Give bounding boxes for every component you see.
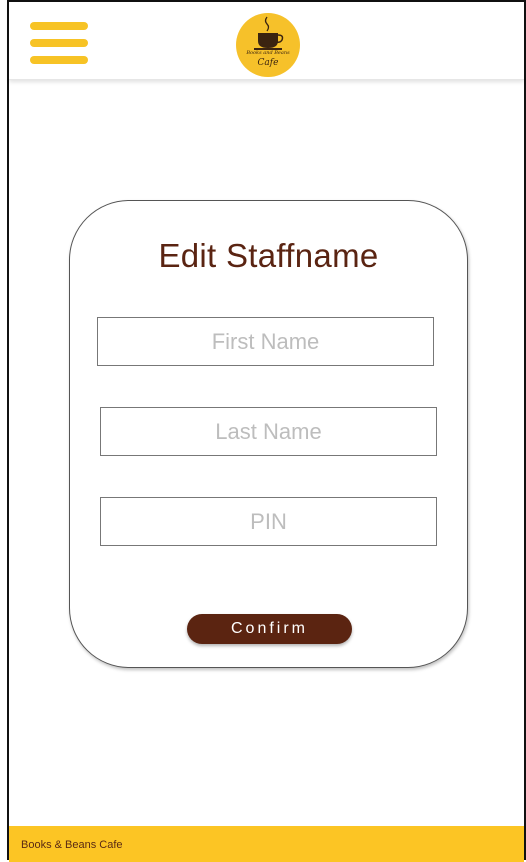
cafe-logo[interactable]: Books and Beans Cafe [236,13,300,77]
edit-staff-card: Edit Staffname Confirm [69,200,468,668]
title-staffname: Staffname [216,237,379,274]
first-name-field[interactable] [97,317,434,366]
app-header: Books and Beans Cafe [9,2,524,80]
menu-bar [30,56,88,64]
last-name-field[interactable] [100,407,437,456]
page-title: Edit Staffname [70,237,467,275]
logo-text-line2: Cafe [257,58,279,68]
hamburger-menu-icon[interactable] [30,22,88,64]
title-edit: Edit [158,237,217,274]
pin-field[interactable] [100,497,437,546]
menu-bar [30,39,88,47]
app-frame: Books and Beans Cafe Edit Staffname Conf… [7,0,526,862]
app-footer: Books & Beans Cafe [9,826,524,862]
confirm-button[interactable]: Confirm [187,614,352,644]
menu-bar [30,22,88,30]
logo-text-line1: Books and Beans [246,50,290,56]
footer-text: Books & Beans Cafe [21,839,123,851]
